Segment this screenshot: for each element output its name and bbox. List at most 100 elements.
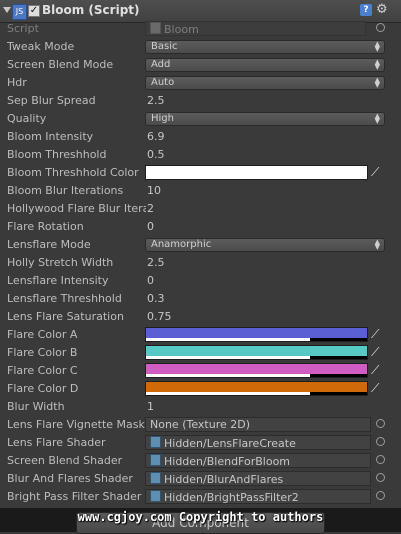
label: Screen Blend Shader — [7, 454, 123, 467]
bright-pass-filter-shader-field[interactable]: Hidden/BrightPassFilter2 — [145, 489, 371, 504]
dropdown-arrows-icon: ▲ ▼ — [374, 112, 380, 125]
hollywood-flare-blur-iterations-field[interactable]: 2 — [147, 202, 154, 215]
object-picker-icon[interactable] — [376, 473, 385, 482]
flare-color-a-swatch[interactable] — [145, 327, 368, 342]
label: Lens Flare Vignette Mask — [7, 418, 145, 431]
eyedropper-icon[interactable]: ⟋ — [371, 345, 379, 360]
script-field: Bloom — [145, 21, 366, 36]
eyedropper-icon[interactable]: ⟋ — [371, 381, 379, 396]
label: Holly Stretch Width — [7, 256, 114, 269]
row-lens-flare-saturation: Lens Flare Saturation 0.75 — [0, 308, 401, 326]
object-picker-icon[interactable] — [376, 437, 385, 446]
bloom-threshhold-color-swatch[interactable] — [145, 165, 368, 180]
object-picker-icon — [376, 23, 385, 32]
dropdown-value: Basic — [151, 41, 178, 52]
label: Blur And Flares Shader — [7, 472, 133, 485]
label: Quality — [7, 112, 47, 125]
alpha-bar — [146, 374, 367, 377]
bloom-intensity-field[interactable]: 6.9 — [147, 130, 165, 143]
shader-icon — [150, 436, 161, 448]
row-flare-color-a: Flare Color A ⟋ — [0, 326, 401, 344]
bloom-threshhold-field[interactable]: 0.5 — [147, 148, 165, 161]
object-picker-icon[interactable] — [376, 491, 385, 500]
flare-color-c-swatch[interactable] — [145, 363, 368, 378]
vignette-mask-field[interactable]: None (Texture 2D) — [145, 417, 371, 432]
object-picker-icon[interactable] — [376, 455, 385, 464]
sep-blur-spread-field[interactable]: 2.5 — [147, 94, 165, 107]
row-lens-flare-shader: Lens Flare Shader Hidden/LensFlareCreate — [0, 434, 401, 452]
tweak-mode-dropdown[interactable]: Basic ▲ ▼ — [145, 40, 385, 54]
hdr-dropdown[interactable]: Auto ▲ ▼ — [145, 76, 385, 90]
row-tweak-mode: Tweak Mode Basic ▲ ▼ — [0, 38, 401, 56]
row-lensflare-mode: Lensflare Mode Anamorphic ▲ ▼ — [0, 236, 401, 254]
row-blur-width: Blur Width 1 — [0, 398, 401, 416]
lensflare-mode-dropdown[interactable]: Anamorphic ▲ ▼ — [145, 238, 385, 252]
label: Bright Pass Filter Shader — [7, 490, 142, 503]
shader-icon — [150, 490, 161, 502]
eyedropper-icon[interactable]: ⟋ — [371, 165, 379, 180]
row-sep-blur-spread: Sep Blur Spread 2.5 — [0, 92, 401, 110]
quality-dropdown[interactable]: High ▲ ▼ — [145, 112, 385, 126]
row-script: Script Bloom — [0, 20, 401, 38]
enable-checkbox[interactable]: ✓ — [28, 5, 40, 17]
label: Tweak Mode — [7, 40, 75, 53]
field-value: Hidden/LensFlareCreate — [164, 437, 296, 450]
row-lensflare-intensity: Lensflare Intensity 0 — [0, 272, 401, 290]
blur-width-field[interactable]: 1 — [147, 400, 154, 413]
row-hollywood-flare-blur-iterations: Hollywood Flare Blur Iterations 2 — [0, 200, 401, 218]
label: Lensflare Intensity — [7, 274, 109, 287]
script-icon: JS — [12, 4, 27, 20]
row-flare-color-c: Flare Color C ⟋ — [0, 362, 401, 380]
label: Flare Color B — [7, 346, 78, 359]
lens-flare-shader-field[interactable]: Hidden/LensFlareCreate — [145, 435, 371, 450]
lensflare-threshhold-field[interactable]: 0.3 — [147, 292, 165, 305]
label: Bloom Threshhold Color — [7, 166, 139, 179]
row-screen-blend-mode: Screen Blend Mode Add ▲ ▼ — [0, 56, 401, 74]
dropdown-value: Anamorphic — [151, 239, 212, 250]
row-blur-and-flares-shader: Blur And Flares Shader Hidden/BlurAndFla… — [0, 470, 401, 488]
screen-blend-shader-field[interactable]: Hidden/BlendForBloom — [145, 453, 371, 468]
label: Flare Color D — [7, 382, 79, 395]
field-value: Bloom — [164, 23, 199, 36]
row-lensflare-threshhold: Lensflare Threshhold 0.3 — [0, 290, 401, 308]
label: Flare Rotation — [7, 220, 84, 233]
footer-bar: Add Component www.cgjoy.com Copyright to… — [0, 508, 401, 534]
flare-color-b-swatch[interactable] — [145, 345, 368, 360]
row-bloom-threshhold: Bloom Threshhold 0.5 — [0, 146, 401, 164]
screen-blend-mode-dropdown[interactable]: Add ▲ ▼ — [145, 58, 385, 72]
bloom-blur-iterations-field[interactable]: 10 — [147, 184, 161, 197]
alpha-bar — [146, 392, 367, 395]
eyedropper-icon[interactable]: ⟋ — [371, 363, 379, 378]
alpha-bar — [146, 338, 367, 341]
holly-stretch-width-field[interactable]: 2.5 — [147, 256, 165, 269]
row-holly-stretch-width: Holly Stretch Width 2.5 — [0, 254, 401, 272]
field-value: None (Texture 2D) — [150, 418, 251, 431]
lensflare-intensity-field[interactable]: 0 — [147, 274, 154, 287]
dropdown-value: High — [151, 113, 174, 124]
lens-flare-saturation-field[interactable]: 0.75 — [147, 310, 172, 323]
label: Lensflare Threshhold — [7, 292, 122, 305]
dropdown-arrows-icon: ▲ ▼ — [374, 40, 380, 53]
row-screen-blend-shader: Screen Blend Shader Hidden/BlendForBloom — [0, 452, 401, 470]
gear-icon[interactable]: ⚙ — [376, 2, 388, 17]
field-value: Hidden/BlendForBloom — [164, 455, 291, 468]
watermark-text: www.cgjoy.com Copyright to authors — [77, 510, 324, 524]
object-picker-icon[interactable] — [376, 419, 385, 428]
label: Lens Flare Saturation — [7, 310, 124, 323]
flare-rotation-field[interactable]: 0 — [147, 220, 154, 233]
dropdown-arrows-icon: ▲ ▼ — [374, 58, 380, 71]
foldout-arrow-icon[interactable] — [3, 7, 11, 13]
label: Screen Blend Mode — [7, 58, 114, 71]
label: Hdr — [7, 76, 27, 89]
label: Flare Color C — [7, 364, 78, 377]
help-icon[interactable]: ? — [360, 4, 372, 16]
eyedropper-icon[interactable]: ⟋ — [371, 327, 379, 342]
blur-and-flares-shader-field[interactable]: Hidden/BlurAndFlares — [145, 471, 371, 486]
flare-color-d-swatch[interactable] — [145, 381, 368, 396]
label: Flare Color A — [7, 328, 78, 341]
row-bloom-intensity: Bloom Intensity 6.9 — [0, 128, 401, 146]
dropdown-value: Auto — [151, 77, 175, 88]
field-value: Hidden/BrightPassFilter2 — [164, 491, 299, 504]
row-bright-pass-filter-shader: Bright Pass Filter Shader Hidden/BrightP… — [0, 488, 401, 506]
script-file-icon — [150, 22, 161, 34]
